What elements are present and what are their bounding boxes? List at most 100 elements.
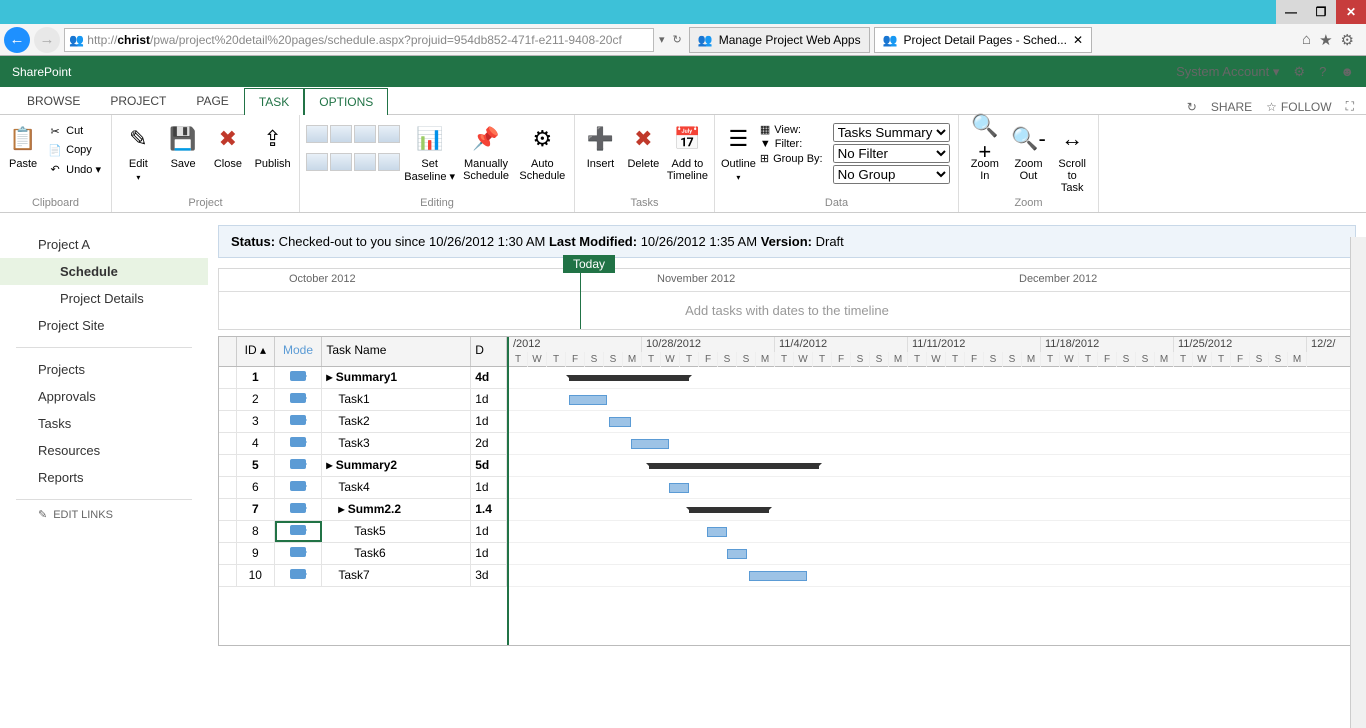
user-icon[interactable]: ☻ — [1340, 64, 1354, 79]
task-bar[interactable] — [727, 549, 747, 559]
home-icon[interactable]: ⌂ — [1302, 31, 1311, 49]
minimize-button[interactable]: — — [1276, 0, 1306, 24]
summary-bar[interactable] — [689, 507, 769, 513]
task-grid[interactable]: ID ▴ Mode Task Name D 1▸ Summary14d2Task… — [219, 337, 509, 645]
today-marker: Today — [563, 255, 615, 273]
nav-schedule[interactable]: Schedule — [0, 258, 208, 285]
tab-browse[interactable]: BROWSE — [12, 87, 95, 114]
col-id[interactable]: ID ▴ — [237, 337, 275, 366]
help-icon[interactable]: ? — [1319, 64, 1326, 79]
tab-options[interactable]: OPTIONS — [304, 88, 388, 115]
browser-toolbar: ← → 👥 http:// christ /pwa/project%20deta… — [0, 24, 1366, 56]
close-button[interactable]: ✖Close — [208, 121, 249, 170]
tab-project[interactable]: PROJECT — [95, 87, 181, 114]
col-indicator[interactable] — [219, 337, 237, 366]
task-row[interactable]: 4Task32d — [219, 433, 507, 455]
zoom-in-button[interactable]: 🔍+Zoom In — [965, 121, 1005, 182]
vertical-scrollbar[interactable] — [1350, 237, 1366, 728]
nav-reports[interactable]: Reports — [0, 464, 208, 491]
task-row[interactable]: 6Task41d — [219, 477, 507, 499]
task-row[interactable]: 8Task51d — [219, 521, 507, 543]
add-timeline-button[interactable]: 📅Add to Timeline — [667, 121, 708, 182]
tools-icon[interactable]: ⚙ — [1341, 31, 1354, 49]
tab-page[interactable]: PAGE — [181, 87, 243, 114]
nav-approvals[interactable]: Approvals — [0, 383, 208, 410]
nav-tasks[interactable]: Tasks — [0, 410, 208, 437]
nav-projects[interactable]: Projects — [0, 356, 208, 383]
save-button[interactable]: 💾Save — [163, 121, 204, 170]
task-bar[interactable] — [609, 417, 631, 427]
task-area: ID ▴ Mode Task Name D 1▸ Summary14d2Task… — [218, 336, 1356, 646]
browser-tab-2[interactable]: 👥 Project Detail Pages - Sched... ✕ — [874, 27, 1092, 53]
refresh-icon[interactable]: ↻ — [670, 33, 685, 46]
task-bar[interactable] — [669, 483, 689, 493]
col-duration[interactable]: D — [471, 337, 507, 366]
task-row[interactable]: 2Task11d — [219, 389, 507, 411]
insert-button[interactable]: ➕Insert — [581, 121, 620, 170]
set-baseline-button[interactable]: 📊Set Baseline ▾ — [404, 121, 455, 183]
edit-button[interactable]: ✎Edit▾ — [118, 121, 159, 182]
sharepoint-header: SharePoint System Account ▾ ⚙ ? ☻ — [0, 56, 1366, 87]
dropdown-icon[interactable]: ▾ — [656, 33, 668, 46]
gantt-chart[interactable]: /201210/28/201211/4/201211/11/201211/18/… — [509, 337, 1355, 645]
nav-project-details[interactable]: Project Details — [0, 285, 208, 312]
copy-button[interactable]: 📄Copy — [44, 142, 105, 158]
scroll-task-button[interactable]: ↔Scroll to Task — [1052, 121, 1092, 194]
account-menu[interactable]: System Account ▾ — [1176, 64, 1279, 80]
ribbon-tabs: BROWSE PROJECT PAGE TASK OPTIONS ↻ SHARE… — [0, 87, 1366, 115]
maximize-button[interactable]: ❐ — [1306, 0, 1336, 24]
address-bar[interactable]: 👥 http:// christ /pwa/project%20detail%2… — [64, 28, 654, 52]
left-navigation: Project A Schedule Project Details Proje… — [0, 213, 208, 728]
share-link[interactable]: SHARE — [1211, 100, 1252, 114]
summary-bar[interactable] — [569, 375, 689, 381]
task-row[interactable]: 9Task61d — [219, 543, 507, 565]
follow-link[interactable]: ☆ FOLLOW — [1266, 100, 1331, 114]
back-button[interactable]: ← — [4, 27, 30, 53]
content-area: Status: Checked-out to you since 10/26/2… — [208, 213, 1366, 728]
filter-icon: ▼ — [760, 138, 771, 150]
sync-icon[interactable]: ↻ — [1187, 100, 1197, 114]
indent-buttons[interactable] — [306, 121, 400, 171]
task-row[interactable]: 1▸ Summary14d — [219, 367, 507, 389]
col-mode[interactable]: Mode — [275, 337, 323, 366]
undo-button[interactable]: ↶Undo ▾ — [44, 161, 105, 177]
task-row[interactable]: 10Task73d — [219, 565, 507, 587]
task-bar[interactable] — [631, 439, 669, 449]
status-bar: Status: Checked-out to you since 10/26/2… — [218, 225, 1356, 258]
outline-button[interactable]: ☰Outline▾ — [721, 121, 756, 182]
group-select[interactable]: No Group — [833, 165, 950, 184]
summary-bar[interactable] — [649, 463, 819, 469]
close-tab-icon[interactable]: ✕ — [1073, 33, 1083, 47]
settings-icon[interactable]: ⚙ — [1293, 64, 1305, 80]
task-row[interactable]: 5▸ Summary25d — [219, 455, 507, 477]
auto-schedule-button[interactable]: ⚙Auto Schedule — [517, 121, 568, 182]
forward-button[interactable]: → — [34, 27, 60, 53]
delete-button[interactable]: ✖Delete — [624, 121, 663, 170]
timeline[interactable]: Today October 2012 November 2012 Decembe… — [218, 268, 1356, 330]
nav-project-site[interactable]: Project Site — [0, 312, 208, 339]
nav-project-a[interactable]: Project A — [0, 231, 208, 258]
nav-resources[interactable]: Resources — [0, 437, 208, 464]
tab-task[interactable]: TASK — [244, 88, 304, 115]
task-bar[interactable] — [569, 395, 607, 405]
task-bar[interactable] — [749, 571, 807, 581]
task-bar[interactable] — [707, 527, 727, 537]
task-row[interactable]: 3Task21d — [219, 411, 507, 433]
view-select[interactable]: Tasks Summary — [833, 123, 950, 142]
favorites-icon[interactable]: ★ — [1319, 31, 1332, 49]
task-row[interactable]: 7▸ Summ2.21.4 — [219, 499, 507, 521]
col-task-name[interactable]: Task Name — [322, 337, 471, 366]
pencil-icon: ✎ — [38, 508, 47, 521]
publish-button[interactable]: ⇪Publish — [252, 121, 293, 170]
group-icon: ⊞ — [760, 152, 769, 165]
manual-schedule-button[interactable]: 📌Manually Schedule — [459, 121, 512, 182]
browser-tab-1[interactable]: 👥 Manage Project Web Apps — [689, 27, 870, 53]
filter-select[interactable]: No Filter — [833, 144, 950, 163]
address-controls: ▾ ↻ — [656, 33, 685, 46]
fullscreen-icon[interactable]: ⛶ — [1346, 99, 1354, 114]
cut-button[interactable]: ✂Cut — [44, 123, 105, 139]
close-window-button[interactable]: ✕ — [1336, 0, 1366, 24]
paste-button[interactable]: 📋Paste — [6, 121, 40, 170]
edit-links[interactable]: ✎EDIT LINKS — [0, 508, 208, 521]
zoom-out-button[interactable]: 🔍-Zoom Out — [1009, 121, 1049, 182]
